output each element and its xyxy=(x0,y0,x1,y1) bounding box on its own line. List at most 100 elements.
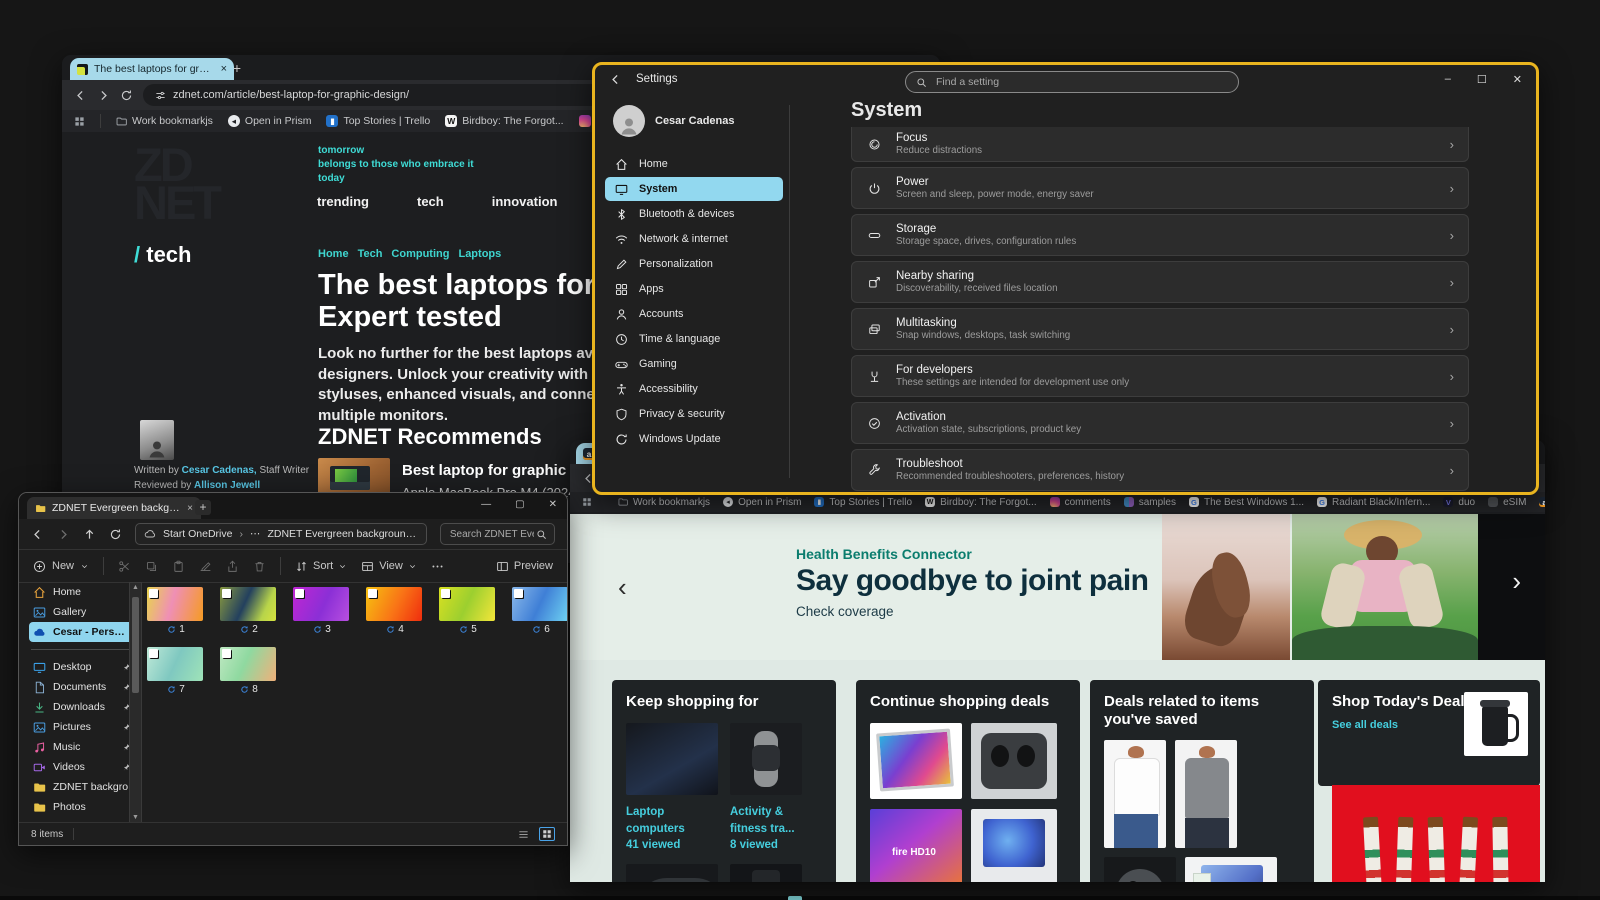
scroll-down-icon[interactable]: ▼ xyxy=(130,814,141,821)
new-tab-button[interactable]: + xyxy=(195,500,211,515)
apps-grid-icon[interactable] xyxy=(74,116,85,127)
bookmark-work[interactable]: Work bookmarkjs xyxy=(116,115,213,127)
sidebar-item-videos[interactable]: Videos xyxy=(29,757,135,777)
setting-card-activation[interactable]: ActivationActivation state, subscription… xyxy=(851,402,1469,444)
file-item-2[interactable]: 2 xyxy=(220,587,278,635)
settings-nav-system[interactable]: System xyxy=(605,177,783,201)
sidebar-item-documents[interactable]: Documents xyxy=(29,677,135,697)
bookmark-prism[interactable]: ◂Open in Prism xyxy=(228,115,312,127)
link-laptop-computers[interactable]: Laptop computers xyxy=(626,804,718,837)
bookmark-esim[interactable]: eSIM xyxy=(1488,497,1526,508)
candy-promo-banner[interactable] xyxy=(1332,785,1540,882)
new-tab-button[interactable]: + xyxy=(228,60,246,78)
new-button[interactable]: New xyxy=(33,560,89,573)
file-item-6[interactable]: 6 xyxy=(512,587,568,635)
nav-innovation[interactable]: innovation xyxy=(492,194,558,209)
explorer-active-tab[interactable]: ZDNET Evergreen background × xyxy=(27,497,201,519)
maximize-icon[interactable]: ▢ xyxy=(515,499,524,510)
product-nitro-image[interactable]: NITRO xyxy=(730,864,802,882)
bookmark-duo[interactable]: Vduo xyxy=(1443,497,1475,508)
settings-nav-accessibility[interactable]: Accessibility xyxy=(605,377,783,401)
cut-icon[interactable] xyxy=(118,560,131,573)
forward-icon[interactable] xyxy=(97,89,110,102)
bookmark-radiant[interactable]: GRadiant Black/Infern... xyxy=(1317,497,1430,508)
file-item-5[interactable]: 5 xyxy=(439,587,497,635)
deal-fire-tablet-image[interactable]: fire HD10 xyxy=(870,809,962,882)
settings-nav-accounts[interactable]: Accounts xyxy=(605,302,783,326)
crumb-home[interactable]: Home xyxy=(318,248,349,260)
settings-nav-time-language[interactable]: Time & language xyxy=(605,327,783,351)
scrollbar-thumb[interactable] xyxy=(132,597,139,693)
deal-earbuds-image[interactable] xyxy=(971,723,1057,799)
site-settings-icon[interactable] xyxy=(155,90,166,101)
setting-card-for-developers[interactable]: For developersThese settings are intende… xyxy=(851,355,1469,397)
hero-cta-link[interactable]: Check coverage xyxy=(796,604,894,619)
address-breadcrumb[interactable]: Start OneDrive › ⋯ ZDNET Evergreen backg… xyxy=(135,523,427,545)
bookmark-work[interactable]: Work bookmarkjs xyxy=(618,497,710,508)
setting-card-storage[interactable]: StorageStorage space, drives, configurat… xyxy=(851,214,1469,256)
settings-nav-windows-update[interactable]: Windows Update xyxy=(605,427,783,451)
maximize-icon[interactable]: ☐ xyxy=(1477,73,1487,86)
carousel-next-icon[interactable]: › xyxy=(1512,566,1521,597)
settings-nav-network[interactable]: Network & internet xyxy=(605,227,783,251)
sidebar-item-pictures[interactable]: Pictures xyxy=(29,717,135,737)
link-fitness-trackers[interactable]: Activity & fitness tra... xyxy=(730,804,816,837)
bookmark-comments[interactable]: comments xyxy=(1050,497,1111,508)
settings-search[interactable] xyxy=(905,71,1239,93)
deal-laptop-image[interactable] xyxy=(971,809,1057,882)
rename-icon[interactable] xyxy=(199,560,212,573)
crumb-laptops[interactable]: Laptops xyxy=(458,248,501,260)
sidebar-item-music[interactable]: Music xyxy=(29,737,135,757)
carousel-prev-icon[interactable]: ‹ xyxy=(618,572,627,603)
apps-grid-icon[interactable] xyxy=(582,497,592,507)
sidebar-item-downloads[interactable]: Downloads xyxy=(29,697,135,717)
settings-nav-bluetooth[interactable]: Bluetooth & devices xyxy=(605,202,783,226)
settings-nav-home[interactable]: Home xyxy=(605,152,783,176)
minimize-icon[interactable]: — xyxy=(481,499,491,510)
back-icon[interactable] xyxy=(74,89,87,102)
sidebar-item-photos[interactable]: Photos xyxy=(29,797,135,817)
setting-card-focus[interactable]: FocusReduce distractions › xyxy=(851,127,1469,162)
crumb-tech[interactable]: Tech xyxy=(358,248,383,260)
product-laptop-image[interactable] xyxy=(626,723,718,795)
sidebar-scrollbar[interactable]: ▲ ▼ xyxy=(129,582,142,823)
close-icon[interactable]: ✕ xyxy=(549,499,557,510)
sidebar-item-desktop[interactable]: Desktop xyxy=(29,657,135,677)
bookmark-birdboy[interactable]: WBirdboy: The Forgot... xyxy=(925,497,1037,508)
deal-earbuds-dark-image[interactable] xyxy=(1104,857,1176,882)
copy-icon[interactable] xyxy=(145,560,158,573)
bookmark-trello[interactable]: ▮Top Stories | Trello xyxy=(814,497,912,508)
settings-search-input[interactable] xyxy=(934,75,1228,89)
bookmark-samples[interactable]: samples xyxy=(1124,497,1176,508)
scroll-up-icon[interactable]: ▲ xyxy=(130,584,141,591)
product-watch-image[interactable] xyxy=(730,723,802,795)
deal-coffee-press-image[interactable] xyxy=(1464,692,1528,756)
preview-button[interactable]: Preview xyxy=(496,560,553,573)
product-vr-image[interactable] xyxy=(626,864,718,882)
tab-close-icon[interactable]: × xyxy=(221,63,227,75)
paste-icon[interactable] xyxy=(172,560,185,573)
bookmark-birdboy[interactable]: WBirdboy: The Forgot... xyxy=(445,115,563,127)
reload-icon[interactable] xyxy=(120,89,133,102)
minimize-icon[interactable]: – xyxy=(1445,73,1451,86)
sidebar-item-onedrive-personal[interactable]: Cesar - Personal xyxy=(29,622,135,642)
details-view-icon[interactable] xyxy=(518,829,529,840)
thumbnail-view-toggle[interactable] xyxy=(539,827,555,841)
setting-card-nearby-sharing[interactable]: Nearby sharingDiscoverability, received … xyxy=(851,261,1469,303)
reviewer-link[interactable]: Allison Jewell xyxy=(194,480,260,491)
nav-tech[interactable]: tech xyxy=(417,194,444,209)
refresh-icon[interactable] xyxy=(109,528,122,541)
account-row[interactable]: Cesar Cadenas xyxy=(605,99,783,151)
file-item-3[interactable]: 3 xyxy=(293,587,351,635)
bookmark-prism[interactable]: ◂Open in Prism xyxy=(723,497,801,508)
zdnet-active-tab[interactable]: The best laptops for graphic d × xyxy=(70,58,234,80)
author-link[interactable]: Cesar Cadenas, xyxy=(182,465,257,476)
settings-nav-personalization[interactable]: Personalization xyxy=(605,252,783,276)
back-icon[interactable] xyxy=(31,528,44,541)
deal-laptop-snow-image[interactable] xyxy=(1185,857,1277,882)
crumb-current-folder[interactable]: ZDNET Evergreen backgrounds 2025 xyxy=(267,528,417,540)
crumb-root[interactable]: Start OneDrive xyxy=(163,528,232,540)
file-item-1[interactable]: 1 xyxy=(147,587,205,635)
sidebar-item-gallery[interactable]: Gallery xyxy=(29,602,135,622)
setting-card-power[interactable]: PowerScreen and sleep, power mode, energ… xyxy=(851,167,1469,209)
